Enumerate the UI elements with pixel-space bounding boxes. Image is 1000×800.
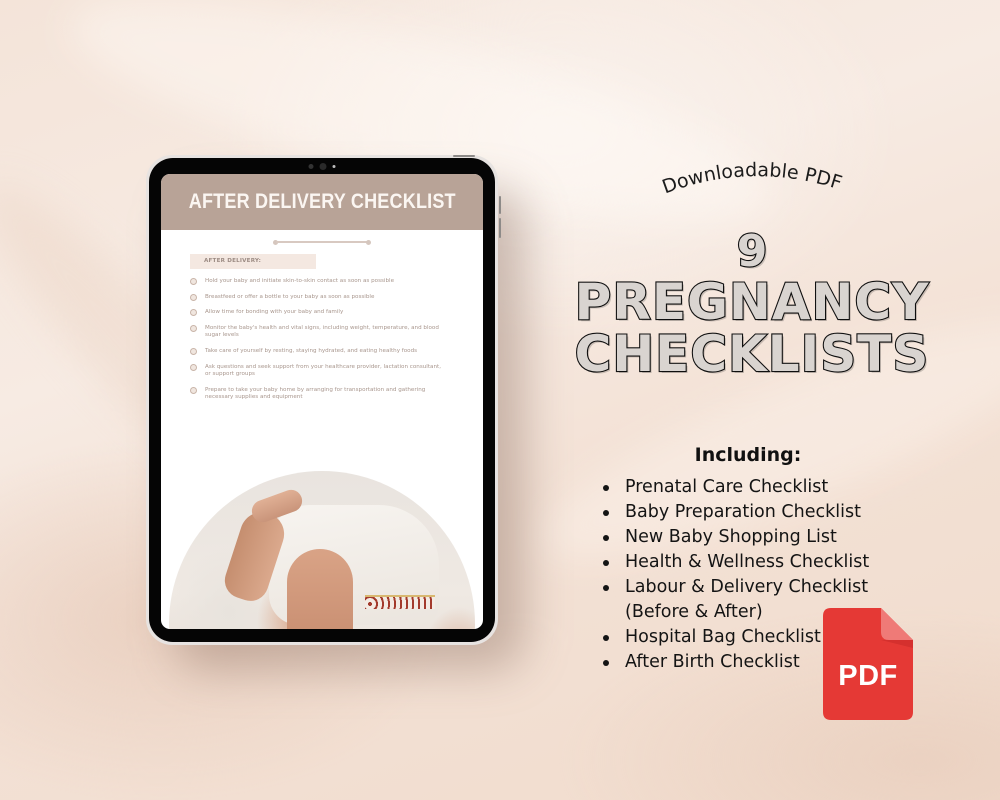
included-item: Prenatal Care Checklist	[600, 475, 869, 500]
checklist-item-text: Ask questions and seek support from your…	[205, 363, 441, 378]
checkbox-circle-icon[interactable]	[190, 293, 197, 301]
checklist-item-text: Monitor the baby's health and vital sign…	[205, 324, 439, 339]
checklist-item-text: Prepare to take your baby home by arrang…	[205, 386, 426, 401]
volume-up-button	[499, 196, 501, 214]
included-item: New Baby Shopping List	[600, 525, 869, 550]
checkbox-circle-icon[interactable]	[190, 386, 197, 394]
checklist-item: Ask questions and seek support from your…	[190, 363, 446, 379]
camera-lens	[319, 163, 327, 170]
checklist-item-text: Breastfeed or offer a bottle to your bab…	[205, 293, 375, 300]
checklist-item-text: Take care of yourself by resting, stayin…	[205, 347, 418, 354]
checkbox-circle-icon[interactable]	[190, 278, 197, 285]
headline-line-1: PREGNANCY	[574, 273, 930, 331]
ornament-divider	[161, 239, 483, 245]
curved-title-path: Downloadable PDF	[659, 159, 844, 198]
checkbox-circle-icon[interactable]	[190, 363, 197, 371]
checklist-item: Allow time for bonding with your baby an…	[190, 309, 446, 317]
baby-leg-shape	[287, 549, 353, 629]
checkbox-circle-icon[interactable]	[190, 309, 197, 317]
checklist-item-text: Hold your baby and initiate skin-to-skin…	[205, 278, 395, 284]
pdf-file-icon: PDF	[823, 608, 913, 720]
volume-down-button	[499, 218, 501, 238]
pdf-label: PDF	[838, 660, 898, 692]
checklist-item-text: Allow time for bonding with your baby an…	[205, 309, 344, 316]
checkbox-circle-icon[interactable]	[190, 324, 197, 332]
checklist-item: Breastfeed or offer a bottle to your bab…	[190, 293, 446, 302]
headline-number: 9	[736, 226, 769, 277]
downloadable-pdf-label: Downloadable PDF	[659, 159, 844, 198]
power-button	[453, 155, 475, 157]
divider-line	[276, 241, 368, 243]
checkbox-circle-icon[interactable]	[190, 347, 197, 355]
light-sensor-dot	[332, 165, 336, 168]
curved-title-text: Downloadable PDF	[659, 159, 844, 198]
included-item: Health & Wellness Checklist	[600, 550, 869, 575]
baby-photo	[161, 471, 483, 629]
front-camera-icon	[308, 163, 336, 170]
divider-dot	[366, 239, 371, 245]
sensor-dot	[308, 164, 314, 169]
included-item: Labour & Delivery Checklist	[600, 575, 869, 600]
baby-photo-arch	[169, 471, 475, 629]
tablet-mockup: AFTER DELIVERY CHECKLIST AFTER DELIVERY:…	[146, 155, 501, 645]
checklist: Hold your baby and initiate skin-to-skin…	[190, 278, 446, 402]
checklist-item: Take care of yourself by resting, stayin…	[190, 347, 446, 356]
section-label: AFTER DELIVERY:	[190, 254, 316, 269]
checklist-header: AFTER DELIVERY CHECKLIST	[161, 174, 483, 230]
checklist-title: AFTER DELIVERY CHECKLIST	[188, 190, 456, 213]
tablet-bezel: AFTER DELIVERY CHECKLIST AFTER DELIVERY:…	[149, 155, 501, 642]
checklist-item: Monitor the baby's health and vital sign…	[190, 324, 446, 340]
checklist-item: Prepare to take your baby home by arrang…	[190, 386, 446, 402]
tablet-screen: AFTER DELIVERY CHECKLIST AFTER DELIVERY:…	[161, 174, 483, 629]
included-item: Baby Preparation Checklist	[600, 500, 869, 525]
onesie-trim	[365, 595, 435, 609]
including-title: Including:	[694, 444, 802, 466]
headline: 9 PREGNANCY CHECKLISTS	[552, 226, 952, 383]
headline-line-2: CHECKLISTS	[574, 325, 930, 383]
checklist-item: Hold your baby and initiate skin-to-skin…	[190, 278, 446, 286]
